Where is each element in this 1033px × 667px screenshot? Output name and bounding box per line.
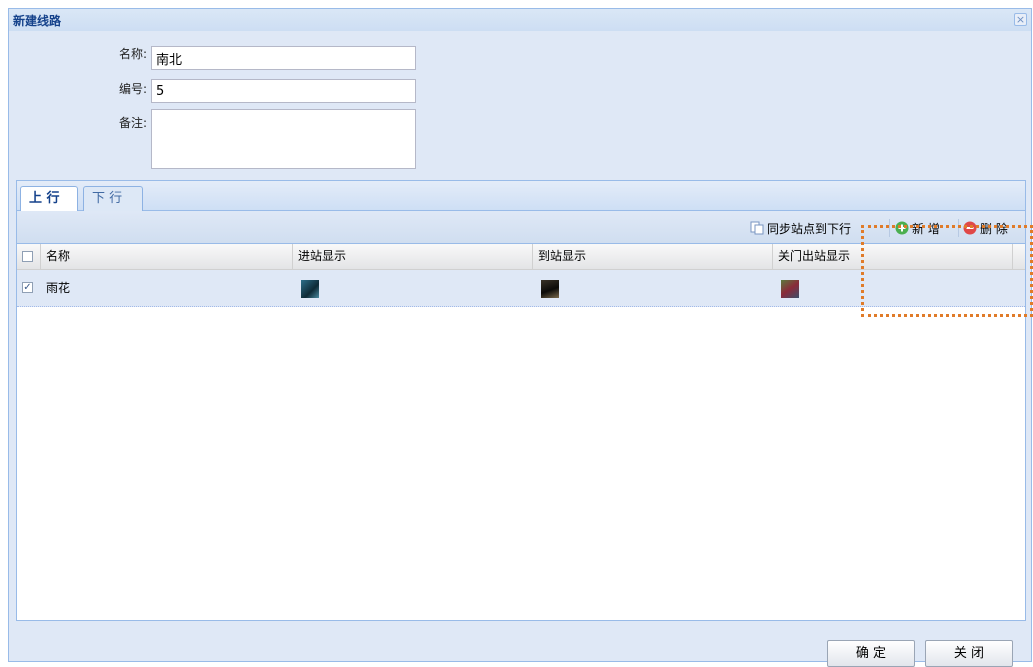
tab-strip: 上 行 下 行 xyxy=(17,181,1025,212)
sync-stations-button[interactable]: 同步站点到下行 xyxy=(750,219,851,237)
plus-circle-icon xyxy=(895,221,909,235)
remark-label: 备注: xyxy=(118,116,147,130)
close-button[interactable]: 关 闭 xyxy=(925,640,1013,667)
remark-textarea[interactable] xyxy=(151,109,416,169)
column-header-enter-display[interactable]: 进站显示 xyxy=(293,244,533,269)
code-input[interactable] xyxy=(151,79,416,103)
row-checkbox[interactable]: ✓ xyxy=(22,282,33,293)
route-form: 名称: 编号: 备注: xyxy=(9,35,1031,183)
column-header-arrive-display[interactable]: 到站显示 xyxy=(533,244,773,269)
toolbar-divider xyxy=(889,219,890,237)
sync-stations-label: 同步站点到下行 xyxy=(767,221,852,236)
code-label: 编号: xyxy=(118,82,147,96)
window-titlebar[interactable]: 新建线路 × xyxy=(9,9,1031,31)
window-title: 新建线路 xyxy=(13,14,62,28)
confirm-button[interactable]: 确 定 xyxy=(827,640,915,667)
toolbar-divider xyxy=(958,219,959,237)
name-label: 名称: xyxy=(118,47,147,61)
select-all-checkbox[interactable] xyxy=(22,251,33,262)
station-name-cell: 雨花 xyxy=(46,281,71,295)
add-label: 新 增 xyxy=(912,221,940,236)
arrive-display-thumbnail[interactable] xyxy=(541,280,559,298)
delete-label: 删 除 xyxy=(980,221,1008,236)
close-icon[interactable]: × xyxy=(1014,13,1027,26)
add-button[interactable]: 新 增 xyxy=(895,219,940,237)
direction-tabpanel: 上 行 下 行 同步站点到下行 新 增 删 除 名称 进站显示 到站显示 关门出… xyxy=(16,180,1026,621)
copy-icon xyxy=(750,221,764,235)
enter-display-thumbnail[interactable] xyxy=(301,280,319,298)
grid-toolbar: 同步站点到下行 新 增 删 除 xyxy=(17,211,1025,244)
delete-button[interactable]: 删 除 xyxy=(963,219,1008,237)
close-display-thumbnail[interactable] xyxy=(781,280,799,298)
tab-downward[interactable]: 下 行 xyxy=(83,186,143,211)
select-all-cell xyxy=(17,244,41,269)
tab-upward[interactable]: 上 行 xyxy=(20,186,78,212)
table-row[interactable]: ✓ 雨花 xyxy=(17,270,1025,307)
grid-header: 名称 进站显示 到站显示 关门出站显示 xyxy=(17,244,1025,270)
name-input[interactable] xyxy=(151,46,416,70)
new-route-window: 新建线路 × 名称: 编号: 备注: 上 行 下 行 同步站点到下行 xyxy=(8,8,1032,667)
minus-circle-icon xyxy=(963,221,977,235)
column-header-name[interactable]: 名称 xyxy=(41,244,293,269)
column-header-close-display[interactable]: 关门出站显示 xyxy=(773,244,1013,269)
